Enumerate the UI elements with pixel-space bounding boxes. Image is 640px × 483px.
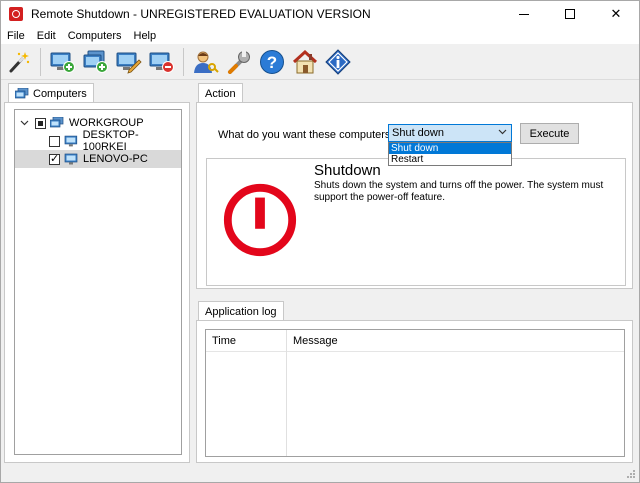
log-tab-panel: Time Message [196, 320, 633, 463]
toolbar: ? [1, 44, 639, 80]
app-icon [9, 7, 23, 21]
column-time[interactable]: Time [212, 335, 236, 347]
wizard-icon [9, 51, 30, 72]
computer-tree[interactable]: WORKGROUP DESKTOP-100RKEI LENOVO-PC [14, 109, 182, 455]
workgroup-checkbox[interactable] [35, 117, 46, 129]
window-title: Remote Shutdown - UNREGISTERED EVALUATIO… [31, 7, 371, 21]
tab-action-label: Action [205, 87, 236, 100]
workgroup-label: WORKGROUP [69, 117, 144, 129]
remove-computer-icon [149, 52, 174, 73]
action-description-box: Shutdown Shuts down the system and turns… [206, 158, 626, 286]
edit-computer-icon [116, 52, 142, 74]
lenovo-checkbox[interactable] [49, 152, 60, 165]
toolbar-separator [183, 47, 184, 76]
desktop-checkbox[interactable] [49, 135, 60, 147]
log-table[interactable]: Time Message [205, 329, 625, 457]
log-table-header: Time Message [206, 330, 624, 352]
edit-computer-button[interactable] [114, 47, 144, 77]
tab-computers-label: Computers [33, 87, 87, 100]
remove-computer-button[interactable] [147, 47, 177, 77]
user-credentials-button[interactable] [191, 47, 221, 77]
action-dropdown-list: Shut down Restart [388, 142, 512, 166]
help-icon: ? [260, 49, 284, 74]
chevron-down-icon [498, 127, 507, 137]
log-panel: Application log Time Message [196, 301, 633, 463]
maximize-button[interactable] [547, 1, 593, 27]
tab-computers[interactable]: Computers [8, 83, 94, 103]
status-bar [1, 465, 639, 482]
add-computers-icon [83, 50, 108, 73]
power-icon [223, 183, 297, 257]
info-icon [325, 48, 351, 75]
computers-panel: Computers WORKGROUP DESKTOP-100RKEI ✓ LE… [4, 83, 190, 463]
action-panel: Action What do you want these computers … [196, 83, 633, 289]
menu-computers[interactable]: Computers [62, 30, 128, 42]
settings-wrench-icon [228, 50, 250, 74]
home-icon [292, 49, 318, 73]
close-icon: ✕ [610, 6, 622, 21]
tree-item-desktop[interactable]: DESKTOP-100RKEI [15, 129, 181, 153]
add-computers-button[interactable] [81, 47, 111, 77]
add-computer-button[interactable] [48, 47, 78, 77]
minimize-button[interactable] [501, 1, 547, 27]
column-message[interactable]: Message [293, 335, 338, 347]
chevron-down-icon[interactable] [19, 118, 29, 128]
main-window: Remote Shutdown - UNREGISTERED EVALUATIO… [0, 0, 640, 483]
computers-tab-icon [15, 87, 29, 98]
workgroup-icon [50, 117, 64, 128]
tab-application-log[interactable]: Application log [198, 301, 284, 321]
action-select[interactable]: Shut down [388, 124, 512, 142]
computer-icon [64, 135, 77, 147]
maximize-icon [565, 9, 575, 19]
close-button[interactable]: ✕ [593, 1, 639, 27]
tree-item-lenovo[interactable]: LENOVO-PC [15, 150, 181, 168]
action-description-text: Shuts down the system and turns off the … [314, 180, 604, 203]
tab-log-label: Application log [205, 305, 277, 318]
settings-button[interactable] [224, 47, 254, 77]
menu-bar: File Edit Computers Help [1, 27, 639, 44]
add-computer-icon [50, 52, 75, 73]
user-credentials-icon [194, 51, 219, 73]
option-shut-down[interactable]: Shut down [389, 143, 511, 154]
action-description-title: Shutdown [314, 162, 381, 179]
svg-text:?: ? [267, 53, 277, 72]
menu-edit[interactable]: Edit [31, 30, 62, 42]
execute-button[interactable]: Execute [520, 123, 579, 144]
resize-grip-icon[interactable] [626, 469, 636, 479]
title-bar: Remote Shutdown - UNREGISTERED EVALUATIO… [1, 1, 639, 27]
option-restart[interactable]: Restart [389, 154, 511, 165]
lenovo-label: LENOVO-PC [83, 153, 148, 165]
info-button[interactable] [323, 47, 353, 77]
toolbar-separator [40, 47, 41, 76]
wizard-button[interactable] [4, 47, 34, 77]
minimize-icon [519, 13, 529, 15]
menu-file[interactable]: File [1, 30, 31, 42]
help-button[interactable]: ? [257, 47, 287, 77]
home-button[interactable] [290, 47, 320, 77]
menu-help[interactable]: Help [128, 30, 163, 42]
action-select-value: Shut down [392, 127, 444, 139]
computer-icon [64, 153, 78, 165]
column-divider [286, 330, 287, 456]
tab-action[interactable]: Action [198, 83, 243, 103]
